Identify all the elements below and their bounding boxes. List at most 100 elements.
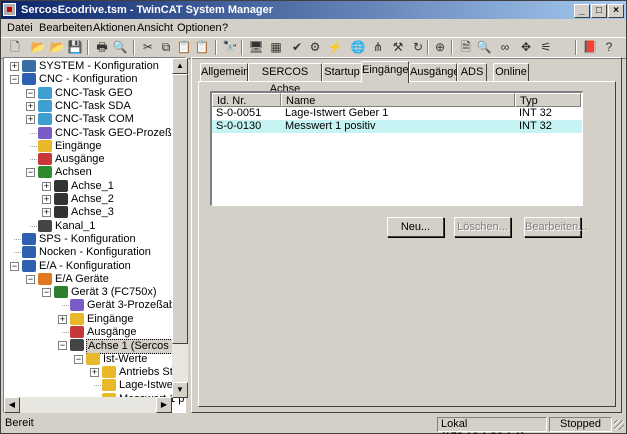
scroll-up-button[interactable]: ▲ — [172, 58, 188, 74]
tree-view[interactable]: + SYSTEM - Konfiguration − CNC - Konfigurat… — [3, 57, 186, 413]
document-icon[interactable]: 🗎 — [458, 39, 474, 55]
tree-item[interactable]: +Antriebs Status — [4, 365, 185, 379]
tab-allgemein[interactable]: Allgemein — [200, 63, 249, 82]
monitor-icon[interactable]: 🖥 — [248, 39, 264, 55]
help-icon[interactable]: ? — [601, 39, 617, 55]
menu-ansicht[interactable]: Ansicht — [137, 20, 173, 36]
tab-startup[interactable]: Startup — [322, 63, 362, 82]
open-folder-2-icon[interactable]: 📂 — [49, 39, 65, 55]
expand-icon[interactable]: + — [42, 208, 51, 218]
tree-item[interactable]: − Ist-Werte — [4, 352, 185, 366]
tree-item[interactable]: + Achse_3 — [4, 206, 185, 219]
app-icon[interactable] — [3, 3, 16, 16]
paste-icon[interactable]: 📋 — [176, 39, 192, 55]
tree-item[interactable]: + Eingänge — [4, 312, 185, 326]
tab-online[interactable]: Online — [493, 63, 529, 82]
network-icon[interactable]: 🌐 — [350, 39, 366, 55]
tab-ads[interactable]: ADS — [457, 63, 487, 82]
scroll-left-button[interactable]: ◀ — [4, 397, 20, 413]
collapse-icon[interactable]: − — [26, 88, 35, 98]
scroll-down-button[interactable]: ▼ — [172, 382, 188, 398]
expand-icon[interactable]: + — [42, 181, 51, 191]
print-preview-icon[interactable]: 🔍 — [112, 39, 128, 55]
menu-help[interactable]: ? — [222, 20, 228, 36]
tree-item[interactable]: SPS - Konfiguration — [4, 232, 185, 246]
tools-icon[interactable]: ⚒ — [390, 39, 406, 55]
minimize-button[interactable]: _ — [574, 4, 590, 18]
menu-bearbeiten[interactable]: Bearbeiten — [39, 20, 92, 36]
expand-icon[interactable]: + — [10, 62, 19, 71]
expand-icon[interactable]: + — [26, 101, 35, 111]
new-file-icon[interactable]: 🗋 — [7, 39, 23, 55]
tree-item[interactable]: − Gerät 3 (FC750x) — [4, 286, 185, 299]
open-folder-icon[interactable]: 📂 — [30, 39, 46, 55]
title-bar[interactable]: SercosEcodrive.tsm - TwinCAT System Mana… — [1, 1, 626, 19]
scan-icon[interactable]: ⋔ — [370, 39, 386, 55]
delete-button[interactable]: Löschen... — [454, 217, 511, 237]
target-icon[interactable]: ⊕ — [432, 39, 448, 55]
tree-item[interactable]: Ausgänge — [4, 326, 185, 339]
collapse-icon[interactable]: − — [26, 274, 35, 284]
tree-item[interactable]: + Achse_2 — [4, 193, 185, 206]
tree-item[interactable]: Lage-Istwert Geber 1 — [4, 379, 185, 392]
tree-item[interactable]: Kanal_1 — [4, 219, 185, 233]
collapse-icon[interactable]: − — [26, 168, 35, 178]
tree-item[interactable]: Ausgänge — [4, 153, 185, 166]
close-button[interactable]: × — [608, 4, 624, 18]
collapse-icon[interactable]: − — [10, 261, 19, 271]
menu-optionen[interactable]: Optionen — [177, 20, 222, 36]
expand-icon[interactable]: + — [42, 195, 51, 204]
column-header-name[interactable]: Name — [281, 93, 515, 107]
maximize-button[interactable]: □ — [591, 4, 607, 18]
collapse-icon[interactable]: − — [10, 75, 19, 85]
tree-item[interactable]: Nocken - Konfiguration — [4, 246, 185, 259]
tree-item[interactable]: + CNC-Task COM — [4, 113, 185, 126]
table-row-selected[interactable]: S-0-0130 Messwert 1 positiv INT 32 — [212, 120, 582, 133]
tab-eingaenge[interactable]: Eingänge — [361, 61, 409, 83]
paste-special-icon[interactable]: 📋 — [194, 39, 210, 55]
save-icon[interactable]: 💾 — [67, 39, 83, 55]
tree-item[interactable]: Gerät 3-Prozeßabbild — [4, 299, 185, 312]
collapse-icon[interactable]: − — [42, 288, 51, 298]
tree-item[interactable]: − CNC-Task GEO — [4, 86, 185, 100]
cut-icon[interactable]: ✂ — [140, 39, 156, 55]
expand-icon[interactable]: + — [90, 367, 99, 377]
column-header-typ[interactable]: Typ — [515, 93, 581, 107]
print-icon[interactable]: 🖶 — [94, 39, 110, 55]
tree-item[interactable]: CNC-Task GEO-Prozeßabbild — [4, 126, 185, 140]
column-header-id[interactable]: Id. Nr. — [212, 93, 281, 107]
refresh-icon[interactable]: ↻ — [410, 39, 426, 55]
plc-icon[interactable]: ⚡ — [327, 39, 343, 55]
zoom-icon[interactable]: 🔍 — [476, 39, 492, 55]
resize-grip[interactable] — [614, 420, 624, 430]
tree-item[interactable]: + CNC-Task SDA — [4, 99, 185, 113]
glasses-icon[interactable]: ∞ — [497, 39, 513, 55]
tab-ausgaenge[interactable]: Ausgänge — [409, 63, 460, 82]
expand-icon[interactable]: + — [58, 314, 67, 324]
edit-button[interactable]: Bearbeiten... — [524, 217, 587, 237]
tree-item[interactable]: − E/A Geräte — [4, 272, 185, 286]
move-icon[interactable]: ✥ — [518, 39, 534, 55]
tree-item[interactable]: − Achsen — [4, 166, 185, 179]
book-icon[interactable]: 📕 — [582, 39, 598, 55]
tree-item[interactable]: + Achse_1 — [4, 179, 185, 193]
tree-item[interactable]: + SYSTEM - Konfiguration — [4, 60, 185, 73]
activate-icon[interactable]: ⚙ — [307, 39, 323, 55]
tree-item[interactable]: −Achse 1 (Sercos Drive) — [4, 339, 185, 355]
expand-icon[interactable]: + — [26, 115, 35, 125]
new-button[interactable]: Neu... — [387, 217, 444, 237]
collapse-icon[interactable]: − — [58, 341, 67, 351]
tree-horizontal-scrollbar[interactable]: ◀ ▶ — [4, 397, 172, 413]
tree-item[interactable]: − E/A - Konfiguration — [4, 259, 185, 273]
check-icon[interactable]: ✔ — [289, 39, 305, 55]
scroll-right-button[interactable]: ▶ — [156, 397, 172, 413]
table-row[interactable]: S-0-0051 Lage-Istwert Geber 1 INT 32 — [212, 107, 582, 120]
copy-icon[interactable]: ⧉ — [158, 39, 174, 55]
menu-aktionen[interactable]: Aktionen — [93, 20, 136, 36]
find-icon[interactable]: 🔭 — [222, 39, 238, 55]
scroll-thumb[interactable] — [172, 74, 188, 344]
scope-icon[interactable]: ⚟ — [538, 39, 554, 55]
menu-datei[interactable]: Datei — [7, 20, 33, 36]
tree-item[interactable]: − CNC - Konfiguration — [4, 73, 185, 86]
collapse-icon[interactable]: − — [74, 354, 83, 364]
